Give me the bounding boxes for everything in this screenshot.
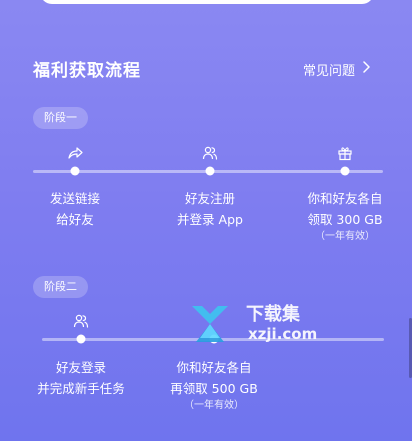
stage-2-step-2-text: 你和好友各自 再领取 500 GB （一年有效） — [149, 357, 279, 413]
svg-text:xzji.com: xzji.com — [248, 325, 317, 343]
friends-icon — [73, 313, 89, 329]
gift-icon — [337, 145, 353, 161]
svg-text:下载集: 下载集 — [246, 303, 301, 325]
step-line: 你和好友各自 — [176, 360, 252, 375]
friends-icon — [202, 145, 218, 161]
step-line: 好友登录 — [55, 360, 106, 375]
watermark-logo: 下载集 xzji.com — [190, 298, 330, 346]
share-icon — [67, 145, 83, 161]
step-line: 再领取 500 GB — [170, 381, 258, 396]
stage-1-step-1-text: 发送链接 给好友 — [10, 188, 140, 230]
stage-2-step-1-dot — [76, 334, 86, 344]
step-line: 并登录 App — [177, 212, 243, 227]
stage-2-badge: 阶段二 — [33, 276, 88, 298]
chevron-right-icon — [361, 61, 371, 77]
step-line: 并完成新手任务 — [37, 381, 125, 396]
step-line: 发送链接 — [49, 191, 100, 206]
step-line: 领取 300 GB — [307, 212, 383, 227]
stage-1-step-3-dot — [340, 166, 350, 176]
stage-1-step-2-text: 好友注册 并登录 App — [145, 188, 275, 230]
faq-label: 常见问题 — [303, 63, 356, 79]
step-line: 好友注册 — [184, 191, 235, 206]
step-line: 给好友 — [56, 212, 94, 227]
stage-1-step-3-text: 你和好友各自 领取 300 GB （一年有效） — [280, 188, 410, 244]
stage-2-step-1-text: 好友登录 并完成新手任务 — [16, 357, 146, 399]
top-card-edge — [40, 0, 374, 4]
faq-link[interactable]: 常见问题 — [303, 60, 371, 79]
stage-1-step-2-dot — [205, 166, 215, 176]
step-validity-note: （一年有效） — [315, 231, 375, 242]
step-validity-note: （一年有效） — [184, 400, 244, 411]
step-line: 你和好友各自 — [307, 191, 383, 206]
stage-1-step-1-dot — [70, 166, 80, 176]
stage-1-badge: 阶段一 — [33, 107, 88, 129]
section-title: 福利获取流程 — [33, 61, 141, 81]
